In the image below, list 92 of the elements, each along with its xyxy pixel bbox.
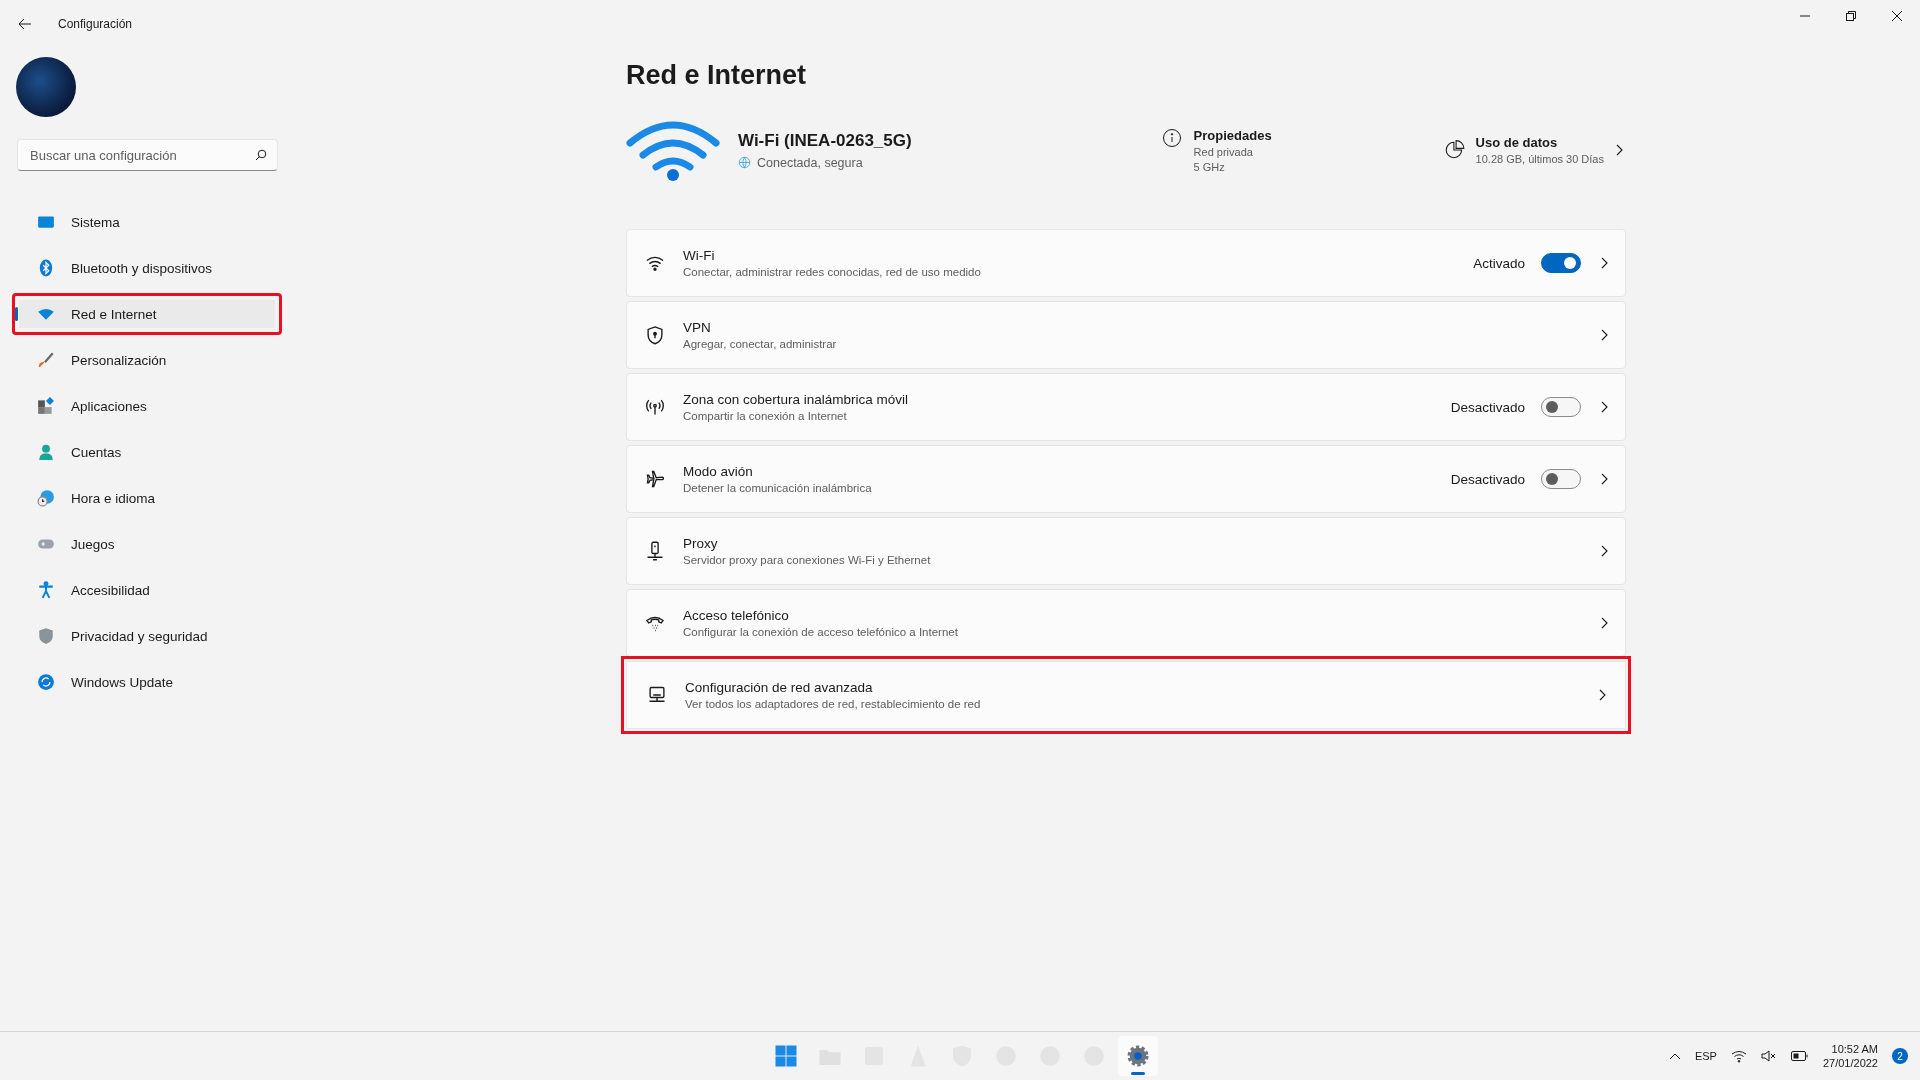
card-title: Proxy (683, 536, 719, 551)
connection-status: Conectada, segura (757, 155, 863, 170)
toggle-switch[interactable] (1541, 469, 1581, 489)
card-description: Servidor proxy para conexiones Wi-Fi y Ethernet (683, 554, 932, 566)
settings-card[interactable]: Configuración de red avanzada Ver todos los adaptadores de red, restablecimiento de red (621, 656, 1631, 734)
settings-card[interactable]: Acceso telefónico Configurar la conexión de acceso telefónico a Internet (626, 589, 1626, 657)
accessibility-icon (37, 581, 55, 599)
computer-network-icon (647, 685, 667, 705)
taskbar-app[interactable] (1118, 1036, 1158, 1076)
window-title: Configuración (58, 17, 133, 31)
shield-icon (37, 627, 55, 645)
card-title: Configuración de red avanzada (685, 680, 874, 695)
card-description: Compartir la conexión a Internet (683, 410, 848, 422)
close-icon (1892, 11, 1902, 21)
property-value: Red privada (1193, 145, 1254, 158)
chevron-right-icon (1597, 689, 1607, 701)
avatar[interactable] (16, 57, 76, 117)
network-name: Wi-Fi (INEA-0263_5G) (738, 130, 913, 151)
sidebar-item[interactable]: Hora e idioma (12, 477, 282, 519)
person-icon (37, 443, 55, 461)
chevron-right-icon (1599, 545, 1609, 557)
card-title: VPN (683, 320, 712, 335)
toggle-switch[interactable] (1541, 253, 1581, 273)
sidebar-item[interactable]: Bluetooth y dispositivos (12, 247, 282, 289)
sidebar-item[interactable]: Juegos (12, 523, 282, 565)
sync-icon (37, 673, 55, 691)
globe-clock-icon (37, 489, 55, 507)
properties-link[interactable]: Propiedades (1193, 127, 1272, 143)
search-field[interactable]: Buscar una configuración (17, 139, 278, 171)
clock-date[interactable]: 27/01/2022 (1822, 1057, 1878, 1069)
chevron-right-icon (1599, 617, 1609, 629)
card-description: Conectar, administrar redes conocidas, red de uso medido (683, 266, 982, 278)
card-title: Zona con cobertura inalámbrica móvil (683, 392, 910, 407)
settings-card[interactable]: Zona con cobertura inalámbrica móvil Compartir la conexión a Internet Desactivado (626, 373, 1626, 441)
settings-card[interactable]: Modo avión Detener la comunicación inalámbrica Desactivado (626, 445, 1626, 513)
speaker-muted-icon[interactable] (1760, 1049, 1777, 1063)
chevron-right-icon (1599, 473, 1609, 485)
sidebar-item[interactable]: Windows Update (12, 661, 282, 703)
globe-icon (738, 156, 751, 169)
airplane-icon (645, 469, 665, 489)
selection-indicator (15, 307, 18, 321)
toggle-switch[interactable] (1541, 397, 1581, 417)
pie-chart-icon (1443, 139, 1466, 161)
notification-badge[interactable]: 2 (1892, 1048, 1908, 1064)
windows-logo-icon (774, 1044, 798, 1068)
toggle-state: Desactivado (1450, 399, 1525, 415)
language-indicator[interactable]: ESP (1694, 1050, 1717, 1062)
sidebar-item[interactable]: Aplicaciones (12, 385, 282, 427)
antenna-signal-icon (645, 397, 665, 417)
chevron-right-icon (1599, 329, 1609, 341)
card-title: Modo avión (683, 464, 754, 479)
data-usage-detail: 10.28 GB, últimos 30 Días (1475, 153, 1604, 165)
sidebar-item[interactable]: Red e Internet (12, 293, 282, 335)
card-title: Wi-Fi (683, 248, 716, 263)
card-description: Configurar la conexión de acceso telefónico a Internet (683, 626, 959, 638)
apps-icon (37, 397, 55, 415)
back-arrow-icon[interactable] (18, 18, 32, 30)
chevron-right-icon (1614, 144, 1624, 156)
toggle-state: Desactivado (1450, 471, 1525, 487)
toggle-state: Activado (1473, 255, 1525, 271)
sidebar-item[interactable]: Sistema (12, 201, 282, 243)
settings-card[interactable]: Wi-Fi Conectar, administrar redes conocidas, red de uso medido Activado (626, 229, 1626, 297)
data-usage-link[interactable]: Uso de datos (1475, 135, 1604, 150)
shield-icon (645, 325, 665, 345)
paintbrush-icon (37, 351, 55, 369)
card-description: Ver todos los adaptadores de red, restablecimiento de red (685, 698, 982, 710)
monitor-icon (37, 213, 55, 231)
search-input[interactable]: Buscar una configuración (28, 146, 255, 164)
chevron-right-icon (1599, 401, 1609, 413)
search-icon (255, 149, 267, 161)
card-title: Acceso telefónico (683, 608, 790, 623)
sidebar-item[interactable]: Cuentas (12, 431, 282, 473)
battery-icon[interactable] (1790, 1050, 1809, 1062)
restore-icon (1846, 11, 1856, 21)
info-icon[interactable] (1161, 127, 1182, 148)
sidebar-item[interactable]: Privacidad y seguridad (12, 615, 282, 657)
card-description: Detener la comunicación inalámbrica (683, 482, 873, 494)
sidebar-item[interactable]: Personalización (12, 339, 282, 381)
page-title: Red e Internet (626, 60, 808, 91)
wifi-icon[interactable] (1730, 1049, 1747, 1063)
chevron-right-icon (1599, 257, 1609, 269)
active-indicator (1131, 1072, 1145, 1075)
property-value: 5 GHz (1193, 160, 1226, 173)
card-description: Agregar, conectar, administrar (683, 338, 838, 350)
gear-icon (1126, 1044, 1150, 1068)
bluetooth-icon (37, 259, 55, 277)
settings-card[interactable]: VPN Agregar, conectar, administrar (626, 301, 1626, 369)
sidebar-item[interactable]: Accesibilidad (12, 569, 282, 611)
settings-card[interactable]: Proxy Servidor proxy para conexiones Wi-Fi y Ethernet (626, 517, 1626, 585)
chevron-up-icon[interactable] (1668, 1052, 1681, 1060)
proxy-server-icon (645, 541, 665, 561)
clock-time[interactable]: 10:52 AM (1831, 1043, 1878, 1055)
